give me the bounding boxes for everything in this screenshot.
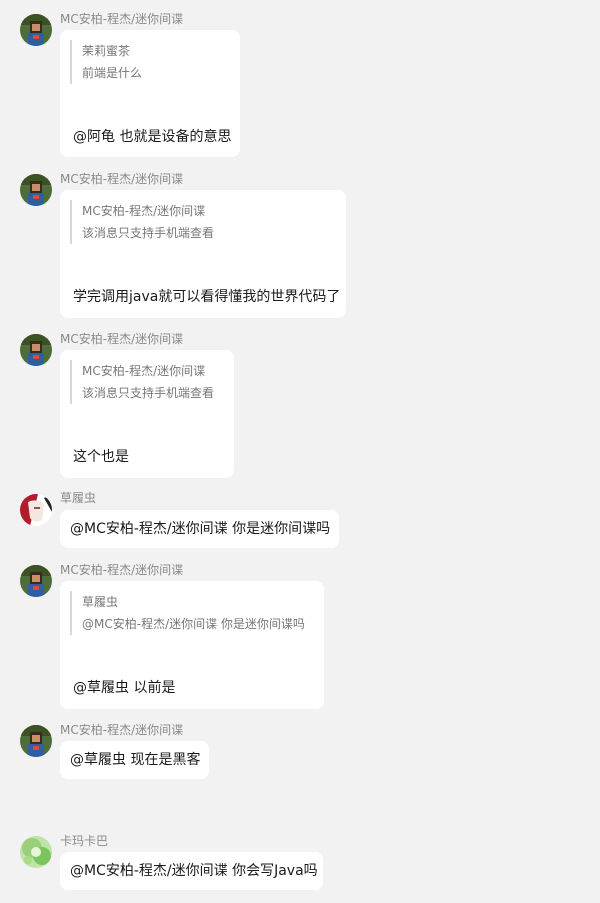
user-avatar[interactable] bbox=[20, 14, 52, 46]
quoted-author: MC安柏-程杰/迷你间谍 bbox=[82, 364, 206, 378]
message-bubble[interactable]: 茉莉蜜茶 前端是什么 @阿龟 也就是设备的意思 bbox=[60, 30, 240, 157]
message-bubble[interactable]: @MC安柏-程杰/迷你间谍 你是迷你间谍吗 bbox=[60, 510, 339, 548]
sender-name: 草履虫 bbox=[60, 491, 97, 505]
quoted-message[interactable]: MC安柏-程杰/迷你间谍 该消息只支持手机端查看 bbox=[70, 360, 214, 404]
user-avatar[interactable] bbox=[20, 836, 52, 868]
chat-message-list: MC安柏-程杰/迷你间谍 茉莉蜜茶 前端是什么 @阿龟 也就是设备的意思 MC安… bbox=[0, 0, 600, 903]
sender-name: MC安柏-程杰/迷你间谍 bbox=[60, 172, 184, 186]
user-avatar[interactable] bbox=[20, 565, 52, 597]
sender-name: MC安柏-程杰/迷你间谍 bbox=[60, 12, 184, 26]
message-text: 学完调用java就可以看得懂我的世界代码了 bbox=[73, 289, 341, 305]
quoted-message[interactable]: 草履虫 @MC安柏-程杰/迷你间谍 你是迷你间谍吗 bbox=[70, 591, 305, 635]
message-text: @阿龟 也就是设备的意思 bbox=[73, 129, 232, 145]
user-avatar[interactable] bbox=[20, 725, 52, 757]
sender-name: MC安柏-程杰/迷你间谍 bbox=[60, 723, 184, 737]
message-bubble[interactable]: @MC安柏-程杰/迷你间谍 你会写Java吗 bbox=[60, 852, 323, 890]
quoted-message[interactable]: 茉莉蜜茶 前端是什么 bbox=[70, 40, 142, 84]
quoted-author: 草履虫 bbox=[82, 595, 119, 609]
quoted-text: 前端是什么 bbox=[82, 66, 143, 80]
quoted-text: @MC安柏-程杰/迷你间谍 你是迷你间谍吗 bbox=[82, 617, 305, 631]
message-bubble[interactable]: MC安柏-程杰/迷你间谍 该消息只支持手机端查看 学完调用java就可以看得懂我… bbox=[60, 190, 346, 318]
quoted-text: 该消息只支持手机端查看 bbox=[82, 386, 215, 400]
sender-name: 卡玛卡巴 bbox=[60, 834, 109, 848]
message-text: @草履虫 以前是 bbox=[73, 680, 176, 696]
message-bubble[interactable]: MC安柏-程杰/迷你间谍 该消息只支持手机端查看 这个也是 bbox=[60, 350, 234, 478]
sender-name: MC安柏-程杰/迷你间谍 bbox=[60, 332, 184, 346]
quoted-author: 茉莉蜜茶 bbox=[82, 44, 131, 58]
quoted-message[interactable]: MC安柏-程杰/迷你间谍 该消息只支持手机端查看 bbox=[70, 200, 214, 244]
sender-name: MC安柏-程杰/迷你间谍 bbox=[60, 563, 184, 577]
quoted-text: 该消息只支持手机端查看 bbox=[82, 226, 215, 240]
message-bubble[interactable]: @草履虫 现在是黑客 bbox=[60, 741, 209, 779]
message-text: @MC安柏-程杰/迷你间谍 你会写Java吗 bbox=[70, 863, 318, 879]
message-bubble[interactable]: 草履虫 @MC安柏-程杰/迷你间谍 你是迷你间谍吗 @草履虫 以前是 bbox=[60, 581, 324, 709]
message-text: 这个也是 bbox=[73, 449, 129, 465]
user-avatar[interactable] bbox=[20, 174, 52, 206]
quoted-author: MC安柏-程杰/迷你间谍 bbox=[82, 204, 206, 218]
message-text: @草履虫 现在是黑客 bbox=[70, 752, 201, 768]
message-text: @MC安柏-程杰/迷你间谍 你是迷你间谍吗 bbox=[70, 521, 331, 537]
user-avatar[interactable] bbox=[20, 494, 52, 526]
user-avatar[interactable] bbox=[20, 334, 52, 366]
